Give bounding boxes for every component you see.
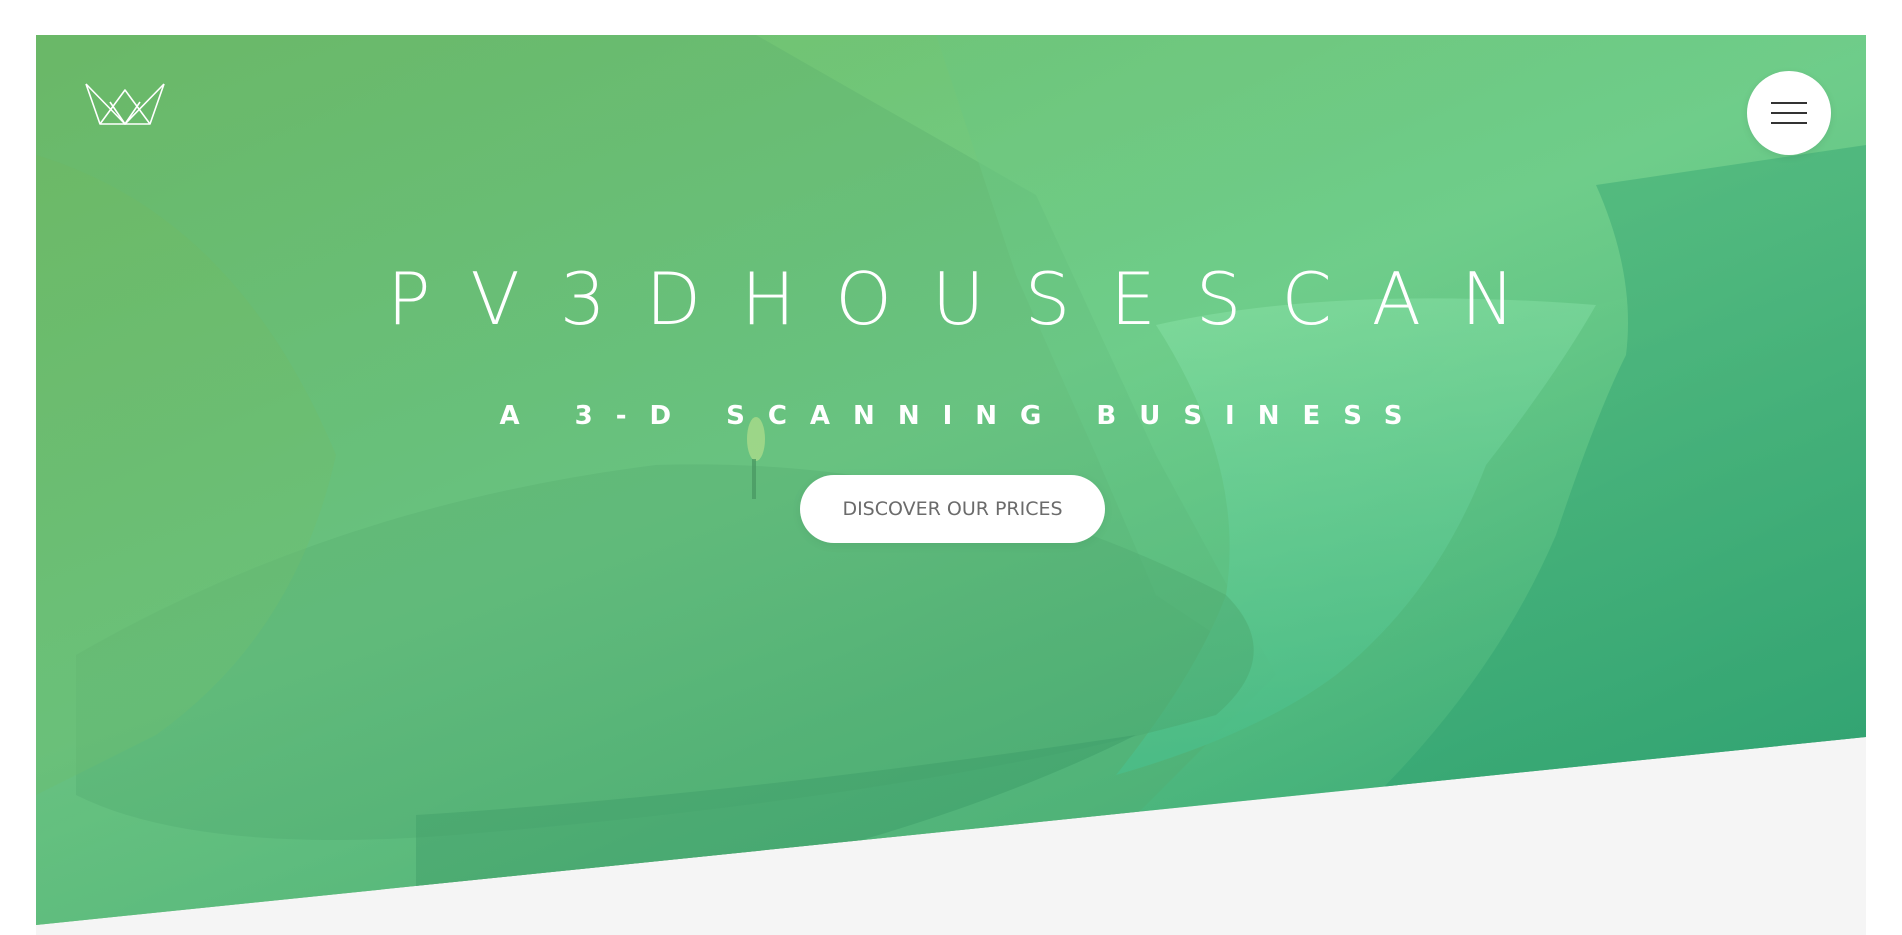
page: PV3DHOUSESCAN A 3-D SCANNING BUSINESS DI… — [0, 0, 1902, 935]
discover-prices-button-label: DISCOVER OUR PRICES — [842, 498, 1063, 520]
hero-title: PV3DHOUSESCAN — [387, 257, 1555, 341]
menu-button[interactable] — [1747, 71, 1831, 155]
content-frame: PV3DHOUSESCAN A 3-D SCANNING BUSINESS DI… — [36, 35, 1866, 935]
hero-subtitle: A 3-D SCANNING BUSINESS — [499, 401, 1426, 431]
hero-section: PV3DHOUSESCAN A 3-D SCANNING BUSINESS DI… — [36, 35, 1866, 925]
discover-prices-button[interactable]: DISCOVER OUR PRICES — [800, 475, 1105, 543]
crown-icon[interactable] — [84, 82, 166, 126]
